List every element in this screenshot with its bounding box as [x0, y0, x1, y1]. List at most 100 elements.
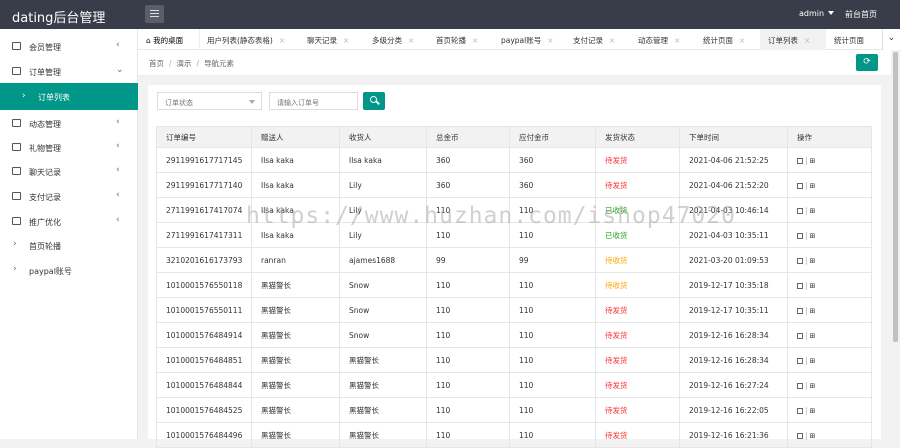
- tabs-more-button[interactable]: ⌄: [882, 29, 900, 50]
- close-icon[interactable]: ×: [472, 36, 478, 45]
- order-id: 1010001576484851: [156, 347, 252, 373]
- chevron-left-icon: ‹: [116, 215, 120, 225]
- edit-icon[interactable]: [797, 382, 803, 389]
- close-icon[interactable]: ×: [609, 36, 615, 45]
- tab-categories[interactable]: 多级分类 ×: [372, 29, 414, 50]
- giver: 黑猫警长: [251, 322, 340, 348]
- table-row: 2911991617717145 Ilsa kaka Ilsa kaka 360 360…: [156, 147, 872, 173]
- total-coins: 110: [426, 397, 510, 423]
- edit-icon[interactable]: [797, 182, 803, 189]
- view-icon[interactable]: ⊞: [810, 157, 816, 165]
- table-row: 1010001576484914 黑猫警长 Snow 110 110 待发货 2019-12…: [156, 322, 872, 348]
- chevron-down-icon: ⌄: [887, 33, 896, 43]
- edit-icon[interactable]: [797, 207, 803, 214]
- edit-icon[interactable]: [797, 232, 803, 239]
- front-page-link[interactable]: 前台首页: [845, 9, 877, 20]
- sidebar-item-order-list[interactable]: › 订单列表: [0, 83, 138, 110]
- edit-icon[interactable]: [797, 257, 803, 264]
- action-separator: |: [805, 430, 808, 440]
- tab-carousel[interactable]: 首页轮播 ×: [436, 29, 478, 50]
- tab-bar: ⌂ 我的桌面 用户列表(静态表格) × 聊天记录 × 多级分类 × 首页轮播 × pay…: [138, 29, 900, 50]
- total-coins: 360: [426, 172, 510, 198]
- tab-home[interactable]: ⌂ 我的桌面: [138, 29, 200, 50]
- close-icon[interactable]: ×: [408, 36, 414, 45]
- giver: 黑猫警长: [251, 272, 340, 298]
- tab-payments[interactable]: 支付记录 ×: [573, 29, 615, 50]
- sidebar-item-payments[interactable]: 支付记录 ‹: [0, 184, 138, 208]
- view-icon[interactable]: ⊞: [810, 232, 816, 240]
- table-row: 1010001576550118 黑猫警长 Snow 110 110 待收货 2019-12…: [156, 272, 872, 298]
- tab-stats[interactable]: 统计页面 ×: [703, 29, 745, 50]
- menu-toggle-button[interactable]: [145, 5, 164, 23]
- tab-order-list[interactable]: 订单列表 ×: [760, 29, 826, 50]
- view-icon[interactable]: ⊞: [810, 282, 816, 290]
- tab-paypal[interactable]: paypal账号 ×: [501, 29, 554, 50]
- order-id: 2911991617717140: [156, 172, 252, 198]
- chevron-left-icon: ‹: [116, 40, 120, 50]
- payable-coins: 110: [509, 347, 596, 373]
- close-icon[interactable]: ×: [739, 36, 745, 45]
- user-menu[interactable]: admin: [799, 9, 835, 18]
- sidebar-item-paypal[interactable]: › paypal账号: [0, 258, 138, 282]
- close-icon[interactable]: ×: [547, 36, 553, 45]
- view-icon[interactable]: ⊞: [810, 182, 816, 190]
- view-icon[interactable]: ⊞: [810, 382, 816, 390]
- view-icon[interactable]: ⊞: [810, 207, 816, 215]
- breadcrumb-demo[interactable]: 演示: [177, 59, 192, 68]
- sidebar-item-chat[interactable]: 聊天记录 ‹: [0, 159, 138, 183]
- action-separator: |: [805, 280, 808, 290]
- sidebar-item-promotion[interactable]: 推广优化 ‹: [0, 209, 138, 233]
- edit-icon[interactable]: [797, 432, 803, 439]
- close-icon[interactable]: ×: [343, 36, 349, 45]
- tab-user-list[interactable]: 用户列表(静态表格) ×: [207, 29, 285, 50]
- refresh-button[interactable]: ⟳: [856, 54, 878, 71]
- row-actions: | ⊞: [787, 272, 872, 298]
- action-separator: |: [805, 255, 808, 265]
- search-button[interactable]: [363, 92, 385, 110]
- table-row: 1010001576484844 黑猫警长 黑猫警长 110 110 待发货 2019-12…: [156, 372, 872, 398]
- sidebar-item-moments[interactable]: 动态管理 ‹: [0, 111, 138, 135]
- sidebar-item-orders[interactable]: 订单管理 ⌄: [0, 59, 138, 83]
- close-icon[interactable]: ×: [279, 36, 285, 45]
- view-icon[interactable]: ⊞: [810, 307, 816, 315]
- refresh-icon: ⟳: [863, 57, 871, 67]
- shipping-status: 待发货: [595, 147, 680, 173]
- sidebar-item-members[interactable]: 会员管理 ‹: [0, 34, 138, 58]
- view-icon[interactable]: ⊞: [810, 257, 816, 265]
- payable-coins: 110: [509, 422, 596, 448]
- tab-moments[interactable]: 动态管理 ×: [638, 29, 680, 50]
- breadcrumb-bar: 首页 / 演示 / 导航元素 ⟳: [138, 50, 900, 76]
- edit-icon[interactable]: [797, 407, 803, 414]
- chevron-right-icon: ›: [22, 91, 26, 101]
- column-header: 总金币: [426, 126, 510, 148]
- giver: 黑猫警长: [251, 397, 340, 423]
- action-separator: |: [805, 405, 808, 415]
- sidebar-item-gifts[interactable]: 礼物管理 ‹: [0, 135, 138, 159]
- edit-icon[interactable]: [797, 307, 803, 314]
- close-icon[interactable]: ×: [674, 36, 680, 45]
- column-header: 订单编号: [156, 126, 252, 148]
- view-icon[interactable]: ⊞: [810, 332, 816, 340]
- giver: 黑猫警长: [251, 372, 340, 398]
- view-icon[interactable]: ⊞: [810, 407, 816, 415]
- close-icon[interactable]: ×: [804, 36, 810, 45]
- view-icon[interactable]: ⊞: [810, 432, 816, 440]
- sidebar-item-carousel[interactable]: › 首页轮播: [0, 233, 138, 257]
- edit-icon[interactable]: [797, 332, 803, 339]
- top-navbar: dating后台管理 admin 前台首页: [0, 0, 900, 29]
- order-no-input[interactable]: 请输入订单号: [269, 92, 358, 110]
- tab-stats-2[interactable]: 统计页面: [834, 29, 864, 50]
- order-status-select[interactable]: 订单状态: [157, 92, 262, 110]
- scrollbar-thumb[interactable]: [893, 52, 898, 342]
- giver: Ilsa kaka: [251, 147, 340, 173]
- order-icon: [12, 67, 21, 75]
- tab-chat[interactable]: 聊天记录 ×: [307, 29, 349, 50]
- view-icon[interactable]: ⊞: [810, 357, 816, 365]
- shipping-status: 待发货: [595, 372, 680, 398]
- payable-coins: 110: [509, 297, 596, 323]
- edit-icon[interactable]: [797, 157, 803, 164]
- row-actions: | ⊞: [787, 347, 872, 373]
- breadcrumb-home[interactable]: 首页: [149, 59, 164, 68]
- edit-icon[interactable]: [797, 357, 803, 364]
- edit-icon[interactable]: [797, 282, 803, 289]
